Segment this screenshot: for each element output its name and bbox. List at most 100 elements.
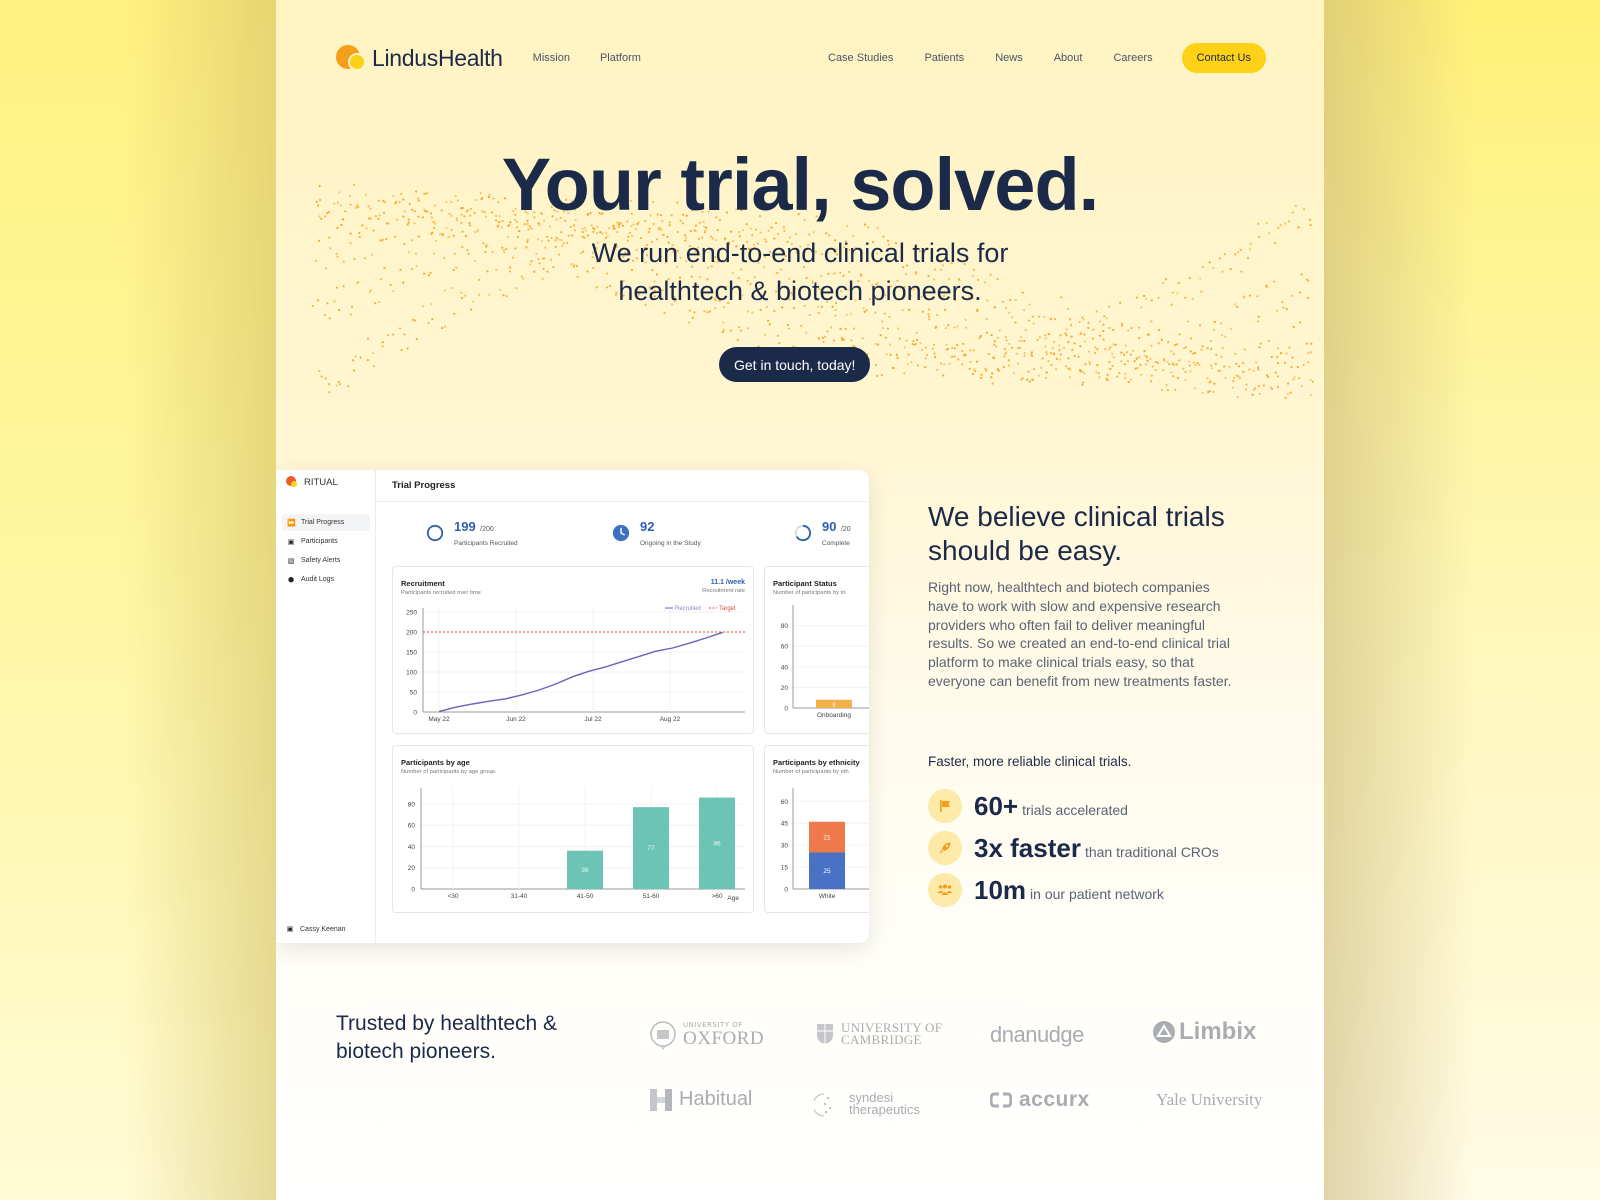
particle-dot <box>1051 347 1054 350</box>
particle-dot <box>1146 359 1149 362</box>
particle-dot <box>839 327 842 330</box>
particle-dot <box>1259 342 1262 345</box>
limbix-triangle-icon <box>1153 1021 1175 1043</box>
particle-dot <box>1160 388 1163 392</box>
particle-dot <box>1082 381 1085 384</box>
particle-dot <box>1213 382 1216 385</box>
particle-dot <box>1092 328 1095 331</box>
particle-dot <box>1038 315 1041 318</box>
particle-dot <box>915 338 919 342</box>
particle-dot <box>1053 352 1056 355</box>
particle-dot <box>1154 368 1157 372</box>
particle-dot <box>1167 341 1170 344</box>
particle-dot <box>689 229 693 233</box>
kpi-label: Complete <box>822 540 850 547</box>
particle-dot <box>874 311 877 314</box>
particle-dot <box>1252 388 1256 392</box>
ritual-logo[interactable]: RITUAL <box>286 476 338 488</box>
current-user[interactable]: ▣ Cassy Keenan <box>286 925 346 934</box>
particle-dot <box>822 340 825 344</box>
ritual-logo-icon <box>286 476 298 488</box>
sidebar-item-audit-logs[interactable]: ⬢ Audit Logs <box>282 571 370 588</box>
particle-dot <box>657 227 660 231</box>
particle-dot <box>763 333 767 336</box>
particle-dot <box>993 356 996 360</box>
particle-dot <box>953 326 956 329</box>
contact-us-button[interactable]: Contact Us <box>1181 43 1266 73</box>
particle-dot <box>978 336 981 339</box>
particle-dot <box>400 348 403 352</box>
particle-dot <box>450 228 453 231</box>
particle-dot <box>1070 335 1073 338</box>
bar-value-label: 8 <box>832 703 835 709</box>
particle-dot <box>973 368 976 371</box>
particle-dot <box>945 348 948 351</box>
particle-dot <box>1228 365 1231 368</box>
particle-dot <box>830 326 833 329</box>
nav-link-platform[interactable]: Platform <box>600 52 641 64</box>
particle-dot <box>372 229 375 232</box>
particle-dot <box>1307 352 1310 355</box>
particle-dot <box>1030 353 1033 356</box>
brand-logo[interactable]: LindusHealth <box>336 43 503 73</box>
dashboard-preview: RITUAL ⏩ Trial Progress ▣ Participants ▧… <box>276 470 869 943</box>
particle-dot <box>853 327 856 330</box>
nav-link-careers[interactable]: Careers <box>1113 52 1152 64</box>
particle-dot <box>976 309 979 313</box>
particle-dot <box>366 337 370 340</box>
nav-link-case-studies[interactable]: Case Studies <box>828 52 893 64</box>
logo-dnanudge: dnanudge <box>990 1022 1084 1048</box>
particle-dot <box>920 348 924 352</box>
bar-value-label: 77 <box>647 845 655 852</box>
recruitment-line-chart: 0 50 100 150 200 250 May 22 Jun 22 Jul 22 Aug 22 R… <box>406 606 745 723</box>
particle-dot <box>1224 376 1227 380</box>
particle-dot <box>1005 351 1008 354</box>
particle-dot <box>1253 387 1257 390</box>
particle-dot <box>984 367 987 370</box>
particle-dot <box>1127 380 1130 384</box>
legend-label-recruited: Recruited <box>675 606 701 612</box>
particle-dot <box>1030 351 1034 354</box>
sidebar-item-safety-alerts[interactable]: ▧ Safety Alerts <box>282 552 370 569</box>
particle-dot <box>1192 352 1195 355</box>
dashboard-sidebar: RITUAL ⏩ Trial Progress ▣ Participants ▧… <box>276 470 376 943</box>
nav-link-patients[interactable]: Patients <box>924 52 964 64</box>
particle-dot <box>1126 359 1130 363</box>
sidebar-item-participants[interactable]: ▣ Participants <box>282 533 370 550</box>
particle-dot <box>1286 392 1290 395</box>
particle-dot <box>905 339 908 342</box>
particle-dot <box>980 373 983 376</box>
y-tick-label: 30 <box>781 843 789 850</box>
nav-link-mission[interactable]: Mission <box>533 52 570 64</box>
particle-dot <box>1109 367 1112 371</box>
particle-dot <box>1150 320 1153 323</box>
particle-dot <box>927 315 931 318</box>
particle-dot <box>1258 346 1261 349</box>
particle-dot <box>1043 315 1046 318</box>
particle-dot <box>1298 377 1301 380</box>
particle-dot <box>1036 338 1039 342</box>
particle-dot <box>445 226 448 230</box>
particle-dot <box>648 227 651 230</box>
particle-dot <box>1106 379 1109 382</box>
particle-dot <box>1147 333 1151 336</box>
particle-dot <box>1032 367 1036 371</box>
nav-link-news[interactable]: News <box>995 52 1023 64</box>
particle-dot <box>583 226 586 229</box>
particle-dot <box>1193 351 1197 355</box>
sidebar-item-trial-progress[interactable]: ⏩ Trial Progress <box>282 514 370 531</box>
particle-dot <box>349 313 353 316</box>
nav-link-about[interactable]: About <box>1054 52 1083 64</box>
particle-dot <box>1171 362 1174 365</box>
particle-dot <box>1276 385 1279 388</box>
trusted-heading-line-2: biotech pioneers. <box>336 1040 496 1063</box>
particle-dot <box>1235 374 1238 377</box>
particle-dot <box>1067 357 1070 360</box>
particle-dot <box>1220 334 1223 337</box>
particle-dot <box>1023 354 1026 357</box>
particle-dot <box>415 337 418 341</box>
particle-dot <box>1302 363 1305 367</box>
clock-icon <box>612 524 630 542</box>
get-in-touch-button[interactable]: Get in touch, today! <box>719 347 871 382</box>
particle-dot <box>1160 338 1163 342</box>
